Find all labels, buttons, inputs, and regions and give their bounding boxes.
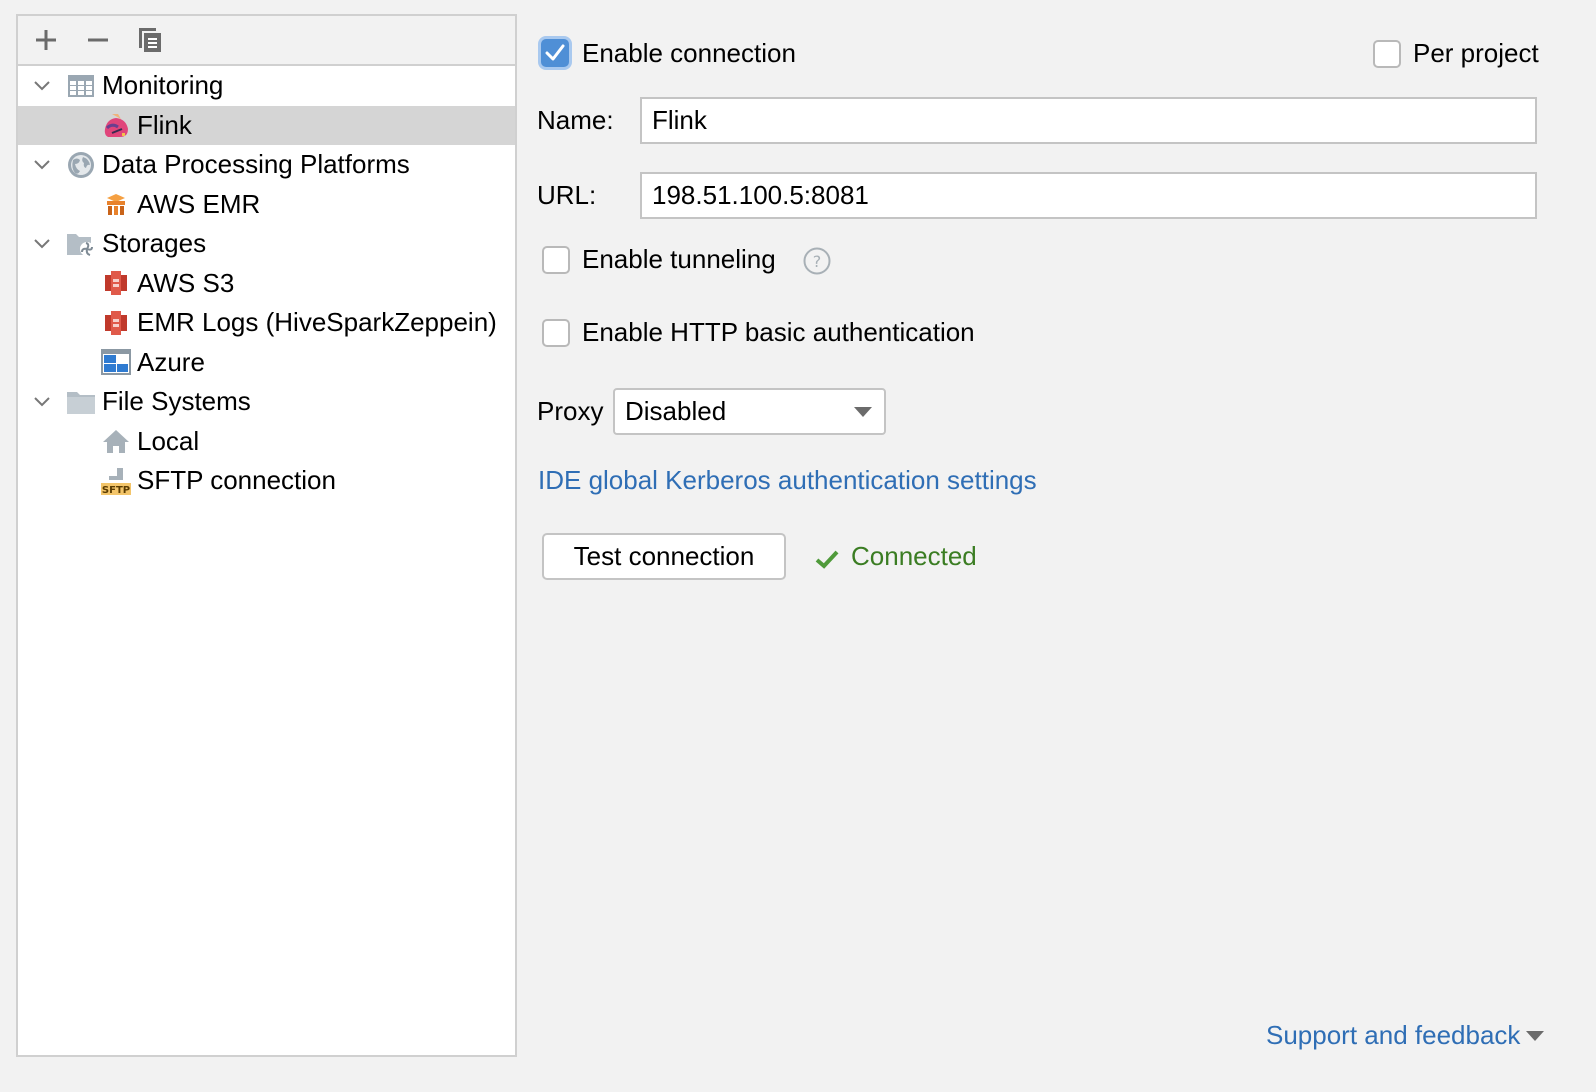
tree-label: File Systems bbox=[102, 386, 251, 417]
globe-icon bbox=[66, 150, 96, 180]
tree-label: Storages bbox=[102, 228, 207, 259]
tree-label: SFTP connection bbox=[137, 465, 336, 496]
tree-label: EMR Logs (HiveSparkZeppein) bbox=[137, 307, 497, 338]
checkmark-icon bbox=[815, 545, 839, 576]
tree-label: Flink bbox=[137, 109, 192, 140]
checkbox-box[interactable] bbox=[541, 39, 569, 67]
svg-text:SFTP: SFTP bbox=[102, 485, 130, 496]
name-label: Name: bbox=[537, 105, 614, 135]
per-project-label[interactable]: Per project bbox=[1413, 38, 1539, 69]
enable-http-auth-label[interactable]: Enable HTTP basic authentication bbox=[582, 317, 975, 348]
aws-emr-icon bbox=[101, 189, 131, 219]
test-connection-button[interactable]: Test connection bbox=[542, 533, 786, 580]
enable-tunneling-checkbox[interactable] bbox=[542, 246, 570, 274]
name-input[interactable]: Flink bbox=[640, 97, 1537, 144]
tree-item-azure[interactable]: Azure bbox=[18, 343, 515, 383]
minus-icon bbox=[88, 38, 108, 42]
proxy-value: Disabled bbox=[625, 396, 727, 426]
proxy-label: Proxy bbox=[537, 396, 604, 426]
proxy-select[interactable]: Disabled bbox=[613, 388, 886, 435]
tree-group-storages[interactable]: Storages bbox=[18, 224, 515, 264]
chevron-down-icon[interactable] bbox=[32, 76, 52, 96]
checkbox-box[interactable] bbox=[542, 319, 570, 347]
add-button[interactable] bbox=[32, 26, 60, 54]
flink-squirrel-icon bbox=[101, 110, 131, 140]
dropdown-arrow-icon bbox=[1526, 1030, 1545, 1041]
help-icon[interactable]: ? bbox=[803, 247, 831, 282]
checkbox-box[interactable] bbox=[1373, 40, 1401, 68]
enable-connection-checkbox[interactable] bbox=[541, 39, 569, 67]
tree-item-sftp[interactable]: SFTP SFTP connection bbox=[18, 461, 515, 501]
aws-s3-icon bbox=[101, 268, 131, 298]
tree-group-monitoring[interactable]: Monitoring bbox=[18, 66, 515, 106]
storage-folder-icon bbox=[66, 229, 96, 259]
support-feedback[interactable]: Support and feedback bbox=[1266, 1020, 1545, 1051]
checkbox-box[interactable] bbox=[542, 246, 570, 274]
chevron-down-icon[interactable] bbox=[32, 392, 52, 412]
tree-label: Monitoring bbox=[102, 70, 224, 101]
tree-group-file-systems[interactable]: File Systems bbox=[18, 382, 515, 422]
copy-button[interactable] bbox=[136, 26, 164, 54]
tree-label: Azure bbox=[137, 346, 205, 377]
tree-label: AWS S3 bbox=[137, 267, 235, 298]
tree-label: Data Processing Platforms bbox=[102, 149, 410, 180]
tree-item-aws-s3[interactable]: AWS S3 bbox=[18, 264, 515, 304]
tree-toolbar bbox=[18, 16, 515, 66]
home-icon bbox=[101, 426, 131, 456]
dropdown-arrow-icon bbox=[854, 407, 872, 417]
connection-status: Connected bbox=[851, 541, 977, 571]
connections-tree: Monitoring Flink Data Processing Platfor… bbox=[18, 66, 515, 501]
enable-tunneling-label[interactable]: Enable tunneling bbox=[582, 244, 776, 275]
tree-item-local[interactable]: Local bbox=[18, 422, 515, 462]
checkmark-icon bbox=[545, 44, 565, 61]
tree-item-aws-emr[interactable]: AWS EMR bbox=[18, 185, 515, 225]
tree-group-data-processing-platforms[interactable]: Data Processing Platforms bbox=[18, 145, 515, 185]
remove-button[interactable] bbox=[84, 26, 112, 54]
enable-http-auth-checkbox[interactable] bbox=[542, 319, 570, 347]
aws-s3-icon bbox=[101, 308, 131, 338]
folder-icon bbox=[66, 387, 96, 417]
chevron-down-icon[interactable] bbox=[32, 155, 52, 175]
enable-connection-label[interactable]: Enable connection bbox=[582, 38, 796, 69]
svg-text:?: ? bbox=[813, 252, 822, 271]
url-input[interactable]: 198.51.100.5:8081 bbox=[640, 172, 1537, 219]
tree-item-emr-logs[interactable]: EMR Logs (HiveSparkZeppein) bbox=[18, 303, 515, 343]
chevron-down-icon[interactable] bbox=[32, 234, 52, 254]
tree-item-flink[interactable]: Flink bbox=[18, 105, 515, 145]
connections-panel: Monitoring Flink Data Processing Platfor… bbox=[16, 14, 517, 1057]
kerberos-settings-link[interactable]: IDE global Kerberos authentication setti… bbox=[538, 465, 1037, 496]
tree-label: Local bbox=[137, 425, 200, 456]
copy-icon bbox=[139, 28, 161, 52]
url-label: URL: bbox=[537, 180, 597, 210]
azure-icon bbox=[101, 347, 131, 377]
support-feedback-link[interactable]: Support and feedback bbox=[1266, 1020, 1520, 1051]
per-project-checkbox[interactable] bbox=[1373, 40, 1401, 68]
plus-icon bbox=[36, 30, 56, 50]
sftp-icon: SFTP bbox=[101, 466, 131, 496]
tree-label: AWS EMR bbox=[137, 188, 261, 219]
table-icon bbox=[66, 71, 96, 101]
